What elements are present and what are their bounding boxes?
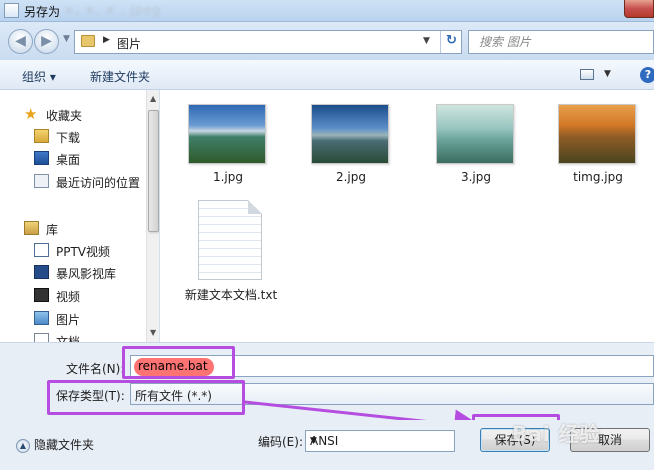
- sidebar-item-downloads[interactable]: 下载: [0, 126, 146, 148]
- sidebar-item-label: PPTV视频: [56, 245, 111, 259]
- file-list: 1.jpg 2.jpg 3.jpg timg.jpg 新建文本文档.txt: [161, 90, 654, 342]
- sidebar-group-label: 收藏夹: [46, 109, 83, 123]
- window-title: 另存为: [24, 5, 61, 19]
- sidebar-item-label: 桌面: [56, 153, 81, 167]
- address-bar: ◀ ▶ ▼ ▶ 图片 ▼ ↻: [0, 22, 654, 60]
- image-thumbnail: [311, 104, 389, 164]
- sidebar-item-label: 视频: [56, 290, 81, 304]
- sidebar-item-label: 最近访问的位置: [56, 176, 141, 190]
- pictures-icon: [34, 311, 49, 325]
- file-item[interactable]: 新建文本文档.txt: [161, 194, 301, 304]
- window-icon: [4, 3, 19, 18]
- text-file-icon: [198, 200, 262, 280]
- address-dropdown-icon[interactable]: ▼: [423, 36, 430, 46]
- help-icon[interactable]: ?: [640, 67, 654, 83]
- desktop-icon: [34, 151, 49, 165]
- organize-menu[interactable]: 组织 ▾: [22, 68, 56, 85]
- sidebar-item-video[interactable]: 视频: [0, 285, 146, 307]
- close-button[interactable]: [624, 0, 654, 18]
- annotation-box-filename: [122, 346, 235, 379]
- library-icon: [24, 221, 39, 235]
- scroll-down-icon[interactable]: ▼: [150, 328, 156, 337]
- forward-arrow-icon: ▶: [41, 33, 52, 49]
- search-box[interactable]: [468, 30, 654, 54]
- image-thumbnail: [188, 104, 266, 164]
- sidebar-item-pictures[interactable]: 图片: [0, 308, 146, 330]
- sidebar-item-label: 下载: [56, 131, 81, 145]
- file-name: 2.jpg: [335, 170, 367, 184]
- file-name: 1.jpg: [212, 170, 244, 184]
- file-name: 3.jpg: [460, 170, 492, 184]
- filename-label: 文件名(N):: [66, 362, 125, 376]
- navigation-pane: ★ 收藏夹 下载 桌面 最近访问的位置 库 PPTV视频 暴风影视库 视频 图片…: [0, 90, 160, 342]
- file-item[interactable]: timg.jpg: [543, 90, 653, 190]
- chevron-down-icon: ▼: [310, 436, 317, 446]
- download-folder-icon: [34, 129, 49, 143]
- recent-pages-dropdown[interactable]: ▼: [63, 34, 70, 44]
- view-options-icon[interactable]: [580, 69, 594, 80]
- video-icon: [34, 288, 49, 302]
- refresh-button[interactable]: ↻: [440, 31, 462, 53]
- breadcrumb-pictures[interactable]: 图片: [117, 35, 141, 52]
- scroll-up-icon[interactable]: ▲: [150, 94, 156, 103]
- hide-folders-button[interactable]: ▲ 隐藏文件夹: [16, 436, 94, 453]
- pptv-icon: [34, 243, 49, 257]
- sidebar-item-label: 图片: [56, 313, 81, 327]
- file-item[interactable]: 1.jpg: [173, 90, 283, 190]
- sidebar-item-desktop[interactable]: 桌面: [0, 148, 146, 170]
- toolbar: 组织 ▾ 新建文件夹 ▼ ?: [0, 60, 654, 90]
- sidebar-group-label: 库: [46, 223, 59, 237]
- sidebar-scrollbar[interactable]: ▲ ▼: [146, 90, 159, 342]
- blurred-title-text: ×, ×, × , jpeg: [64, 3, 161, 17]
- watermark: Bai 经验: [512, 422, 601, 446]
- breadcrumb-separator-icon[interactable]: ▶: [103, 35, 110, 45]
- hide-folders-label: 隐藏文件夹: [34, 438, 95, 452]
- sidebar-item-recent[interactable]: 最近访问的位置: [0, 171, 146, 193]
- file-item[interactable]: 3.jpg: [421, 90, 531, 190]
- sidebar-group-libraries[interactable]: 库: [0, 218, 146, 240]
- back-button[interactable]: ◀: [8, 29, 33, 54]
- refresh-icon: ↻: [446, 33, 457, 48]
- star-icon: ★: [24, 105, 38, 123]
- file-name: timg.jpg: [573, 170, 623, 184]
- sidebar-item-pptv[interactable]: PPTV视频: [0, 240, 146, 262]
- sidebar-item-documents[interactable]: 文档: [0, 330, 146, 342]
- view-dropdown-icon[interactable]: ▼: [604, 69, 611, 79]
- annotation-box-filetype: [47, 380, 245, 415]
- file-item[interactable]: 2.jpg: [296, 90, 406, 190]
- new-folder-button[interactable]: 新建文件夹: [90, 68, 150, 85]
- image-thumbnail: [436, 104, 514, 164]
- encoding-select[interactable]: ANSI ▼: [305, 430, 455, 452]
- search-input[interactable]: [469, 31, 619, 53]
- scroll-thumb[interactable]: [148, 110, 159, 232]
- sidebar-item-baofeng[interactable]: 暴风影视库: [0, 262, 146, 284]
- folder-icon: [81, 35, 95, 47]
- forward-button[interactable]: ▶: [34, 29, 59, 54]
- sidebar-item-label: 文档: [56, 335, 81, 342]
- address-box[interactable]: ▶ 图片 ▼: [74, 30, 462, 54]
- file-name: 新建文本文档.txt: [184, 288, 278, 302]
- sidebar-item-label: 暴风影视库: [56, 267, 117, 281]
- recent-places-icon: [34, 174, 49, 188]
- collapse-icon: ▲: [16, 438, 30, 453]
- encoding-label: 编码(E):: [258, 435, 303, 449]
- baofeng-icon: [34, 265, 49, 279]
- back-arrow-icon: ◀: [15, 33, 26, 49]
- image-thumbnail: [558, 104, 636, 164]
- title-bar: 另存为 ×, ×, × , jpeg: [0, 0, 654, 22]
- sidebar-group-favorites[interactable]: ★ 收藏夹: [0, 104, 146, 126]
- documents-icon: [34, 333, 49, 342]
